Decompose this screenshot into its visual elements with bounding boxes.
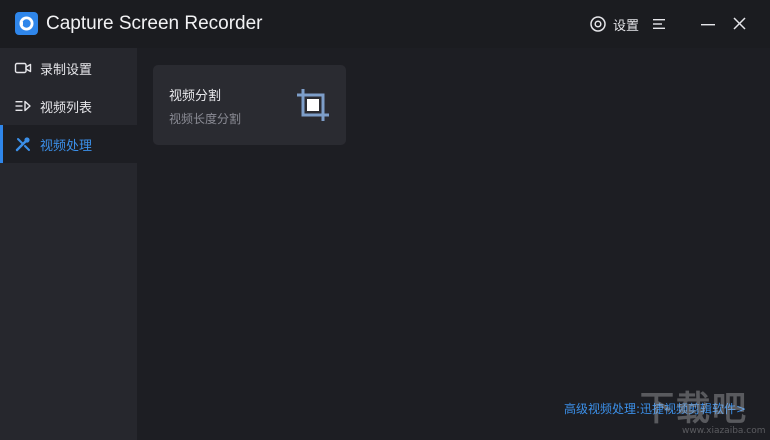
sidebar-item-label: 录制设置 — [40, 62, 93, 78]
sidebar-item-record-settings[interactable]: 录制设置 — [0, 49, 137, 87]
hamburger-menu-icon[interactable] — [651, 16, 667, 32]
sidebar-item-video-processing[interactable]: 视频处理 — [0, 125, 137, 163]
settings-label: 设置 — [613, 18, 640, 34]
active-indicator — [0, 125, 3, 163]
video-split-card[interactable]: 视频分割 视频长度分割 — [153, 65, 346, 145]
sidebar: 录制设置 视频列表 视频处理 — [0, 48, 137, 440]
close-icon[interactable] — [731, 15, 748, 32]
crop-icon — [297, 89, 329, 121]
sidebar-item-label: 视频列表 — [40, 100, 93, 116]
camera-record-icon — [15, 12, 38, 35]
sidebar-item-video-list[interactable]: 视频列表 — [0, 87, 137, 125]
tools-icon — [15, 137, 30, 152]
title-bar: Capture Screen Recorder 设置 — [0, 0, 770, 48]
watermark-url: www.xiazaiba.com — [682, 426, 766, 436]
gear-icon — [590, 16, 606, 32]
app-title: Capture Screen Recorder — [46, 13, 263, 34]
video-camera-icon — [14, 62, 32, 74]
sidebar-item-label: 视频处理 — [40, 138, 93, 154]
settings-button[interactable]: 设置 — [589, 14, 639, 34]
card-title: 视频分割 — [169, 89, 222, 104]
card-subtitle: 视频长度分割 — [169, 112, 242, 126]
minimize-icon[interactable] — [700, 16, 716, 32]
watermark-text: 下载吧 — [640, 389, 748, 429]
list-icon — [15, 100, 31, 112]
